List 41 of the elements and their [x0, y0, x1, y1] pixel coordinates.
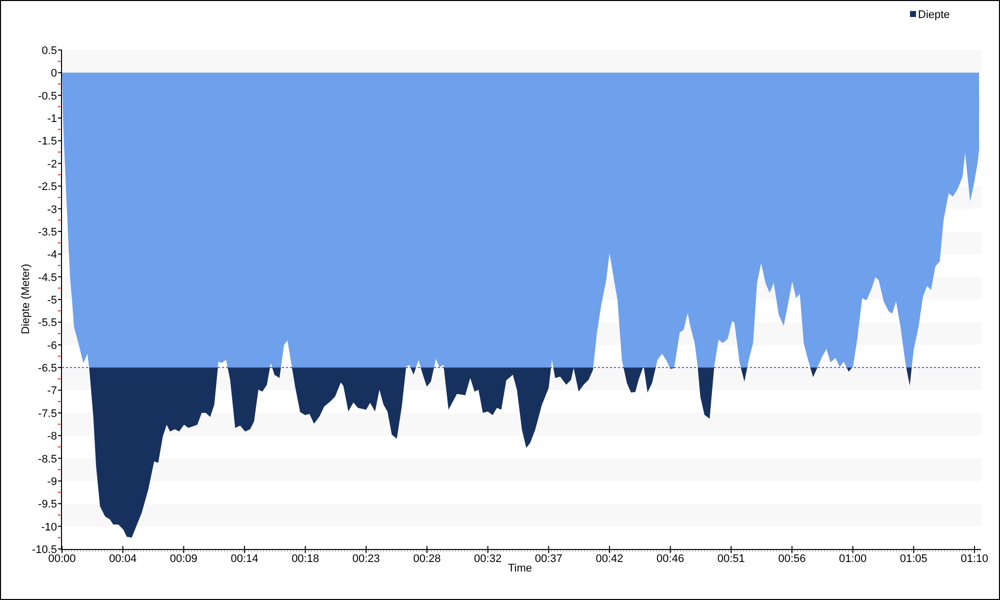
x-axis-title: Time — [508, 562, 532, 574]
x-tick-label: 00:42 — [596, 553, 624, 565]
y-tick-label: -10 — [41, 521, 57, 534]
x-tick-label: 00:28 — [413, 553, 441, 565]
y-tick-label: -5 — [47, 294, 57, 306]
x-tick-label: 01:00 — [839, 553, 867, 565]
y-tick-label: -7.5 — [38, 408, 57, 420]
x-tick-label: 00:51 — [717, 553, 745, 565]
x-tick-label: 00:56 — [778, 553, 806, 565]
y-tick-label: -3.5 — [38, 226, 57, 238]
x-tick-label: 00:00 — [48, 553, 76, 565]
y-tick-label: -3 — [47, 204, 57, 216]
y-tick-label: -4.5 — [38, 272, 57, 284]
y-tick-label: -6.5 — [38, 362, 57, 375]
x-tick-label: 00:32 — [474, 553, 502, 565]
x-tick-label: 01:05 — [900, 553, 928, 565]
y-tick-label: 0.5 — [42, 45, 57, 57]
y-axis-title: Diepte (Meter) — [20, 264, 32, 334]
y-tick-label: -2.5 — [38, 181, 57, 194]
y-tick-label: 0 — [50, 68, 57, 80]
x-tick-label: 01:10 — [960, 553, 988, 565]
legend-label: Diepte — [918, 9, 950, 21]
y-tick-label: -8 — [47, 430, 57, 443]
y-tick-label: -8.5 — [38, 453, 57, 466]
y-tick-label: -9.5 — [38, 498, 57, 511]
y-tick-label: -6 — [47, 340, 57, 352]
x-tick-label: 00:14 — [230, 553, 258, 565]
x-tick-label: 00:23 — [352, 553, 380, 565]
y-tick-label: -9 — [47, 476, 57, 488]
y-tick-label: -5.5 — [38, 317, 57, 330]
y-tick-label: -4 — [47, 249, 57, 262]
x-tick-label: 00:18 — [292, 553, 320, 565]
x-tick-label: 00:04 — [109, 553, 137, 565]
x-tick-label: 00:09 — [170, 553, 198, 565]
y-tick-label: -2 — [47, 158, 57, 170]
y-tick-label: -1.5 — [38, 136, 57, 148]
y-tick-label: -7 — [47, 385, 57, 398]
x-tick-label: 00:46 — [656, 553, 684, 565]
x-tick-label: 00:37 — [534, 553, 562, 565]
y-tick-label: -0.5 — [38, 90, 57, 102]
y-tick-label: -1 — [47, 113, 57, 126]
